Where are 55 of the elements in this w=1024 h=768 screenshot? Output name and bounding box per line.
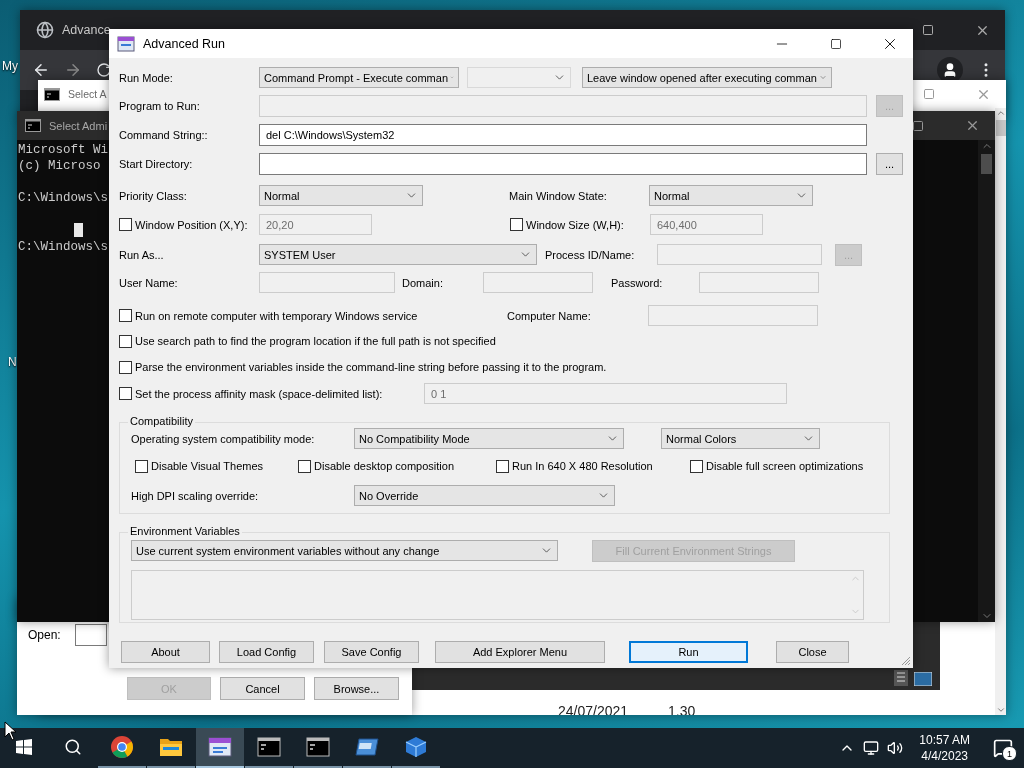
dialog-button[interactable]: Browse... xyxy=(314,677,399,700)
field-label: Priority Class: xyxy=(119,189,188,202)
field-label: Start Directory: xyxy=(119,158,194,170)
field-label: Run As... xyxy=(119,248,165,261)
checkbox-label[interactable]: Parse the environment variables inside the command-line string before passing it to the program. xyxy=(135,361,607,373)
window-title: Select Admi xyxy=(49,119,108,132)
field-label: Domain: xyxy=(402,276,444,289)
checkbox-label[interactable]: Disable desktop composition xyxy=(314,460,455,472)
dialog-button[interactable]: About xyxy=(121,641,210,663)
dropdown[interactable]: Use current system environment variables without any change xyxy=(131,540,558,561)
dialog-button[interactable]: Add Explorer Menu xyxy=(435,641,605,663)
console-line: Microsoft Wi xyxy=(18,142,108,158)
field-label: Operating system compatibility mode: xyxy=(131,432,316,445)
checkbox-label[interactable]: Disable full screen optimizations xyxy=(706,460,864,472)
text-field[interactable]: del C:\Windows\System32 xyxy=(259,124,867,146)
field-label: High DPI scaling override: xyxy=(131,489,260,502)
window-title: Advanced Run xyxy=(143,36,225,51)
checkbox-label[interactable]: Run on remote computer with temporary Windows service xyxy=(135,309,418,322)
field-label: Run Mode: xyxy=(119,71,174,84)
field-label: Program to Run: xyxy=(119,100,201,112)
desktop-label[interactable]: My xyxy=(2,59,18,73)
dropdown[interactable]: No Compatibility Mode xyxy=(354,428,624,449)
dropdown[interactable]: Leave window opened after executing comman xyxy=(582,67,832,88)
console-line: C:\Windows\s xyxy=(18,239,108,255)
dropdown[interactable]: Command Prompt - Execute comman xyxy=(259,67,459,88)
field-label: Main Window State: xyxy=(509,189,608,202)
window-title: Select A xyxy=(68,88,107,100)
desktop-label[interactable]: N xyxy=(8,355,17,369)
group-title: Environment Variables xyxy=(128,525,242,537)
dialog-button[interactable]: Run xyxy=(629,641,748,663)
dialog-button[interactable]: Save Config xyxy=(324,641,419,663)
clock[interactable]: 10:57 AM 4/4/2023 xyxy=(919,732,970,764)
notification-button[interactable]: 1 xyxy=(988,733,1018,763)
dropdown[interactable]: Normal Colors xyxy=(661,428,820,449)
field-label: User Name: xyxy=(119,276,179,289)
browser-tab[interactable]: Advance xyxy=(62,23,111,37)
checkbox-label[interactable]: Use search path to find the program location if the full path is not specified xyxy=(135,335,496,347)
field-label: Computer Name: xyxy=(507,309,592,322)
dropdown[interactable]: SYSTEM User xyxy=(259,244,537,265)
field-label: Command String:: xyxy=(119,129,209,141)
group-title: Compatibility xyxy=(128,415,195,427)
field-label: Process ID/Name: xyxy=(545,248,636,261)
field-label: Open: xyxy=(28,628,61,642)
checkbox-label[interactable]: Run In 640 X 480 Resolution xyxy=(512,460,653,472)
dialog-button[interactable]: Cancel xyxy=(220,677,305,700)
console-line: (c) Microso xyxy=(18,158,101,174)
dialog-button[interactable]: Load Config xyxy=(219,641,314,663)
console-line: C:\Windows\s xyxy=(18,190,108,206)
dropdown[interactable]: Normal xyxy=(259,185,423,206)
dialog-button[interactable]: Close xyxy=(776,641,849,663)
field-label: Password: xyxy=(611,276,664,289)
browse-button[interactable]: ... xyxy=(876,153,903,175)
checkbox-label[interactable]: Disable Visual Themes xyxy=(151,460,264,472)
dropdown[interactable]: Normal xyxy=(649,185,813,206)
dropdown[interactable]: No Override xyxy=(354,485,615,506)
